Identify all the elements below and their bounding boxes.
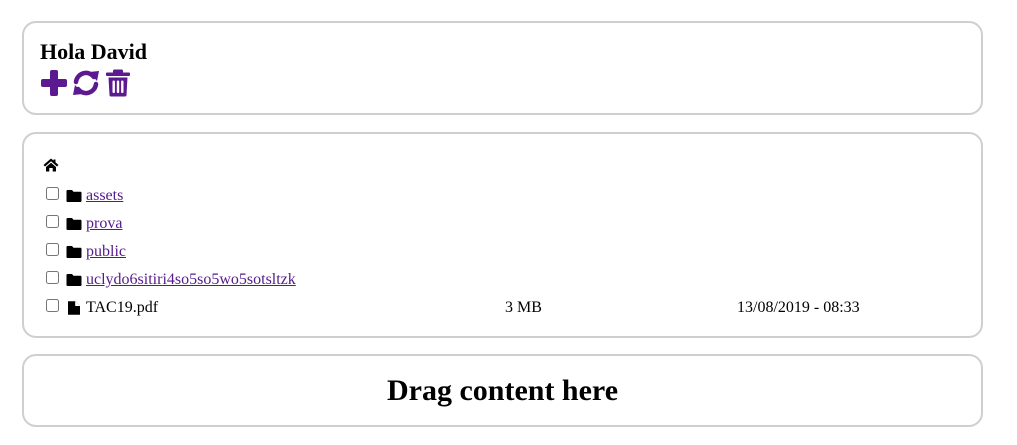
file-size: 3 MB xyxy=(505,299,542,316)
trash-icon xyxy=(106,69,130,97)
folder-link[interactable]: assets xyxy=(86,182,123,210)
select-checkbox[interactable] xyxy=(46,215,59,228)
file-icon xyxy=(66,301,82,315)
file-browser-panel: assets prova public uclydo6sitiri4so5so5… xyxy=(22,132,983,338)
refresh-icon xyxy=(73,70,99,96)
folder-icon xyxy=(66,245,82,259)
drop-zone[interactable]: Drag content here xyxy=(22,354,983,427)
folder-link[interactable]: public xyxy=(86,238,126,266)
list-item: assets xyxy=(46,182,946,210)
list-item: prova xyxy=(46,210,946,238)
file-date: 13/08/2019 - 08:33 xyxy=(737,299,860,316)
select-checkbox[interactable] xyxy=(46,187,59,200)
folder-icon xyxy=(66,217,82,231)
select-checkbox[interactable] xyxy=(46,271,59,284)
file-list: assets prova public uclydo6sitiri4so5so5… xyxy=(46,182,946,322)
list-item: uclydo6sitiri4so5so5wo5sotsltzk xyxy=(46,266,946,294)
add-button[interactable] xyxy=(40,69,68,97)
drop-zone-label: Drag content here xyxy=(386,374,619,407)
select-checkbox[interactable] xyxy=(46,243,59,256)
select-checkbox[interactable] xyxy=(46,299,59,312)
home-link[interactable] xyxy=(43,158,59,172)
refresh-button[interactable] xyxy=(72,69,100,97)
greeting-heading: Hola David xyxy=(40,39,147,64)
list-item: public xyxy=(46,238,946,266)
plus-icon xyxy=(41,70,67,96)
list-item: TAC19.pdf 3 MB 13/08/2019 - 08:33 xyxy=(46,294,946,322)
home-icon xyxy=(43,158,59,172)
toolbar xyxy=(40,69,132,97)
file-name[interactable]: TAC19.pdf xyxy=(86,294,158,322)
folder-link[interactable]: uclydo6sitiri4so5so5wo5sotsltzk xyxy=(86,266,296,294)
folder-link[interactable]: prova xyxy=(86,210,122,238)
folder-icon xyxy=(66,273,82,287)
header-panel: Hola David xyxy=(22,21,983,115)
delete-button[interactable] xyxy=(104,69,132,97)
folder-icon xyxy=(66,189,82,203)
